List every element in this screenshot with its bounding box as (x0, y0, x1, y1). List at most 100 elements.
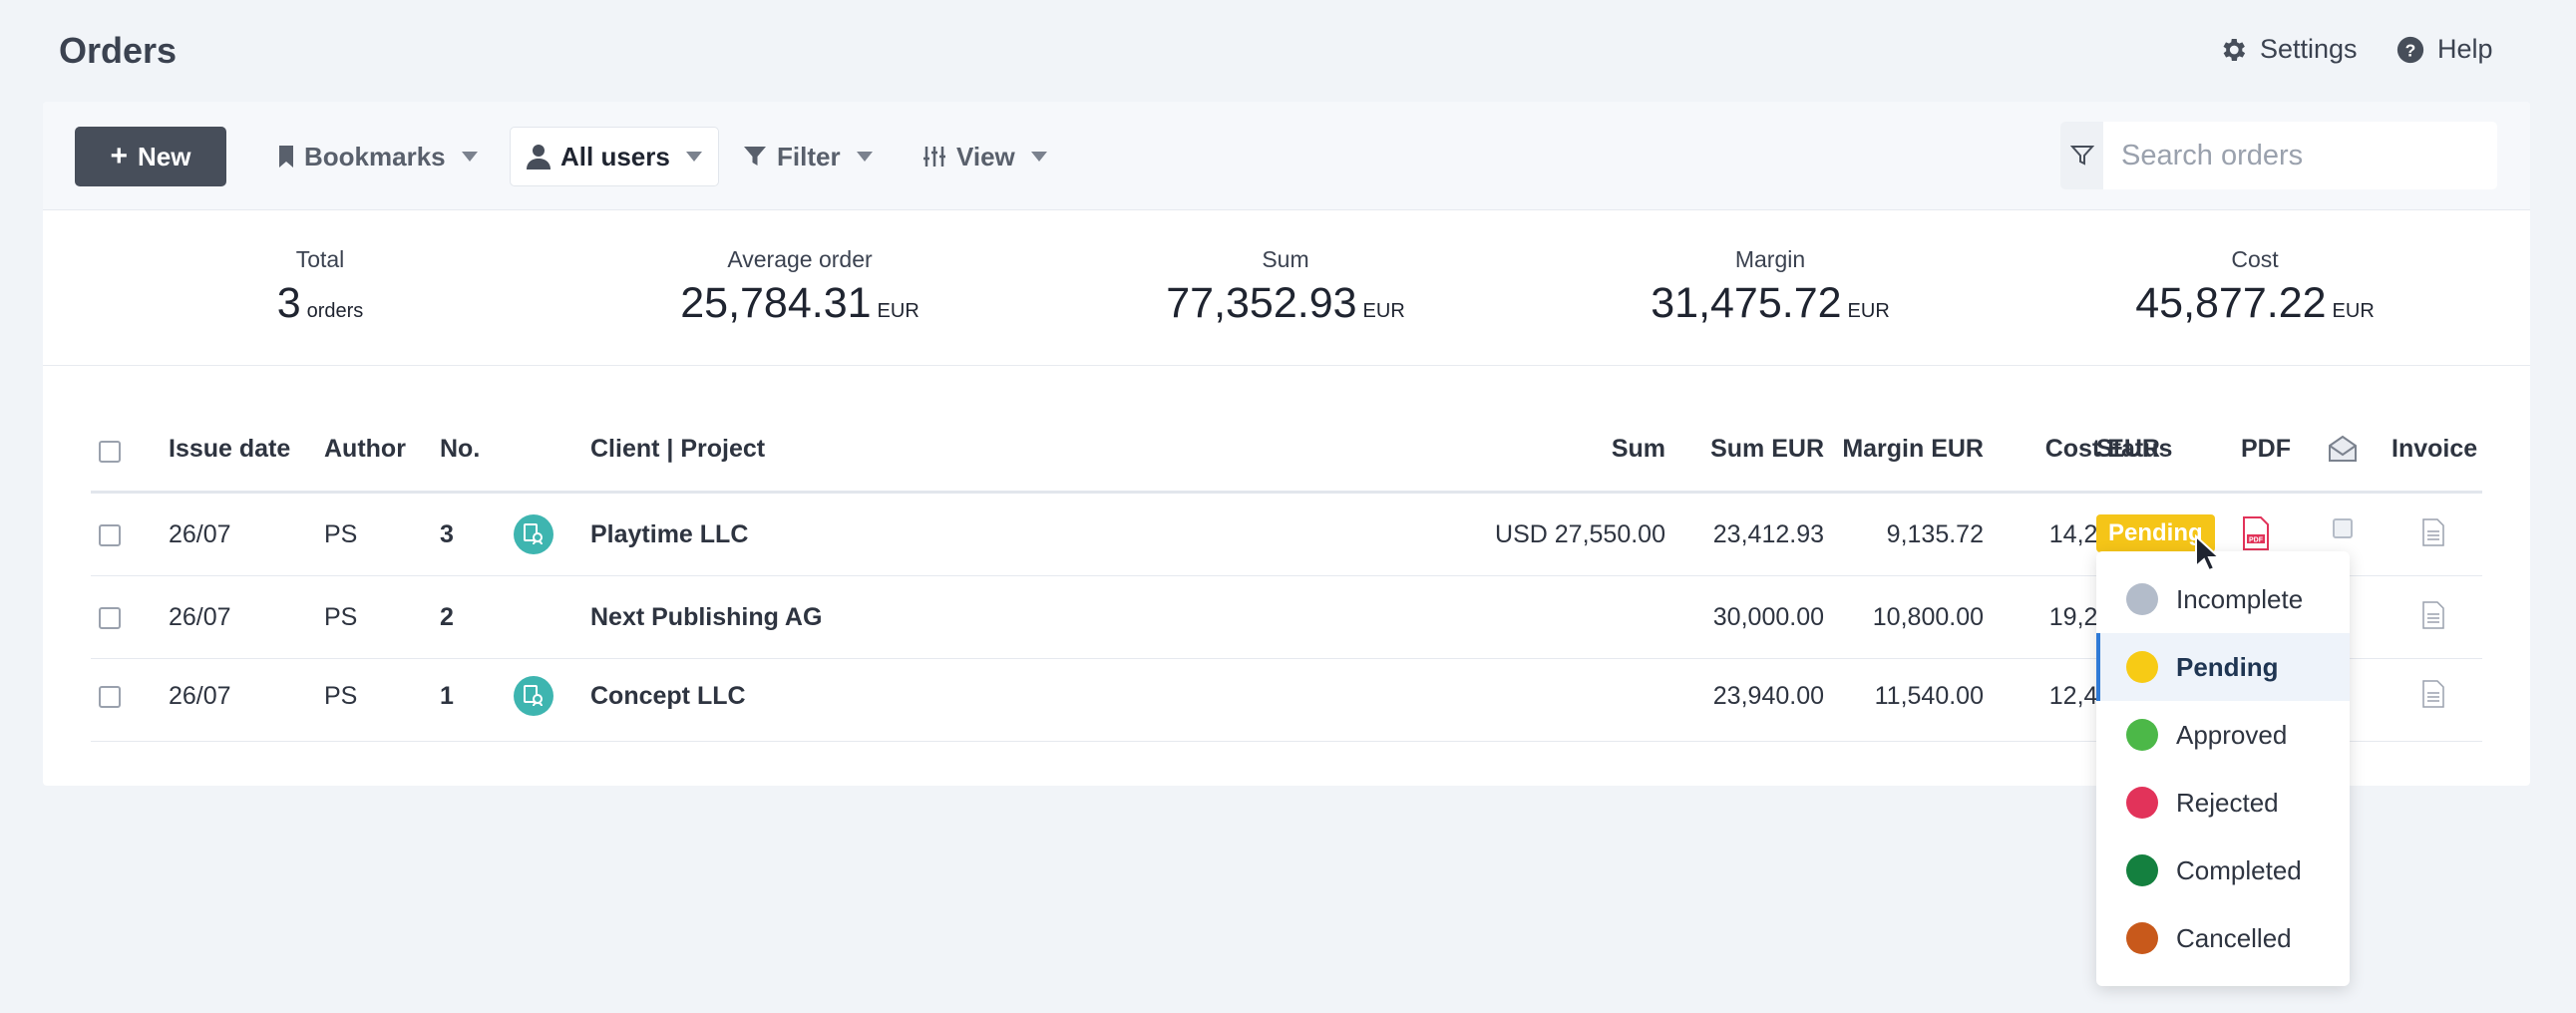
col-issue-date[interactable]: Issue date (169, 435, 290, 464)
issue-date: 26/07 (169, 603, 231, 631)
status-dot-icon (2126, 854, 2158, 886)
sliders-icon (923, 147, 945, 167)
help-label: Help (2437, 34, 2493, 64)
stat-cost: Cost 45,877.22 EUR (2135, 246, 2375, 327)
help-icon: ? (2396, 36, 2424, 63)
invoice-icon[interactable] (2422, 601, 2444, 629)
chevron-down-icon (685, 152, 702, 162)
col-sum[interactable]: Sum (1487, 435, 1665, 464)
search-box (2060, 122, 2497, 189)
stat-margin: Margin 31,475.72 EUR (1651, 246, 1890, 327)
chevron-down-icon (856, 152, 873, 162)
client-name[interactable]: Next Publishing AG (590, 603, 822, 632)
issue-date: 26/07 (169, 520, 231, 548)
margin-eur: 11,540.00 (1874, 682, 1984, 710)
search-input[interactable] (2103, 122, 2497, 189)
row-checkbox[interactable] (99, 524, 121, 546)
client-name[interactable]: Playtime LLC (590, 520, 748, 549)
stats-summary: Total 3 orders Average order 25,784.31 EUR… (43, 210, 2530, 366)
user-icon (527, 145, 551, 169)
users-dropdown[interactable]: All users (510, 127, 719, 186)
settings-link[interactable]: Settings (2218, 34, 2358, 65)
order-number[interactable]: 2 (440, 603, 454, 632)
col-invoice[interactable]: Invoice (2392, 435, 2477, 464)
pdf-icon[interactable]: PDF (2241, 516, 2271, 550)
status-dot-icon (2126, 651, 2158, 683)
bookmark-icon (279, 146, 293, 168)
margin-eur: 10,800.00 (1872, 603, 1984, 631)
view-dropdown[interactable]: View (907, 127, 1063, 186)
row-checkbox[interactable] (99, 607, 121, 629)
status-option-label: Approved (2176, 719, 2288, 750)
stat-average-order: Average order 25,784.31 EUR (680, 246, 920, 327)
new-order-button[interactable]: + New (75, 127, 226, 186)
author: PS (324, 520, 358, 548)
status-option-label: Rejected (2176, 787, 2279, 818)
status-option-pending[interactable]: Pending (2096, 633, 2350, 701)
gear-icon (2223, 38, 2246, 61)
col-author[interactable]: Author (324, 435, 406, 464)
order-number[interactable]: 3 (440, 520, 454, 549)
mouse-cursor-icon (2195, 534, 2220, 572)
order-number[interactable]: 1 (440, 682, 454, 711)
svg-text:?: ? (2405, 40, 2416, 60)
page-title: Orders (59, 30, 178, 71)
col-pdf[interactable]: PDF (2241, 435, 2291, 464)
project-icon-glyph (524, 685, 543, 707)
author: PS (324, 682, 358, 710)
users-label: All users (560, 141, 670, 171)
status-dot-icon (2126, 922, 2158, 954)
filter-icon (2069, 146, 2094, 166)
project-icon[interactable] (514, 676, 553, 716)
invoice-icon[interactable] (2422, 680, 2444, 708)
sum: USD 27,550.00 (1495, 520, 1665, 548)
plus-icon: + (110, 140, 129, 172)
status-dot-icon (2126, 583, 2158, 615)
top-bar: Orders Settings ? Help (0, 0, 2576, 100)
status-dot-icon (2126, 719, 2158, 751)
stat-total: Total 3 orders (276, 246, 364, 327)
col-client-project[interactable]: Client | Project (590, 435, 765, 464)
bookmarks-dropdown[interactable]: Bookmarks (262, 127, 494, 186)
filter-label: Filter (777, 141, 841, 171)
project-icon-glyph (524, 523, 543, 545)
filter-dropdown[interactable]: Filter (727, 127, 889, 186)
settings-label: Settings (2260, 34, 2358, 64)
author: PS (324, 603, 358, 631)
sum-eur: 30,000.00 (1712, 603, 1824, 631)
sum-eur: 23,940.00 (1712, 682, 1824, 710)
status-option-approved[interactable]: Approved (2096, 701, 2350, 769)
new-label: New (138, 141, 191, 171)
project-icon[interactable] (514, 514, 553, 554)
envelope-open-icon (2329, 435, 2357, 462)
row-checkbox[interactable] (99, 686, 121, 708)
chevron-down-icon (1030, 152, 1047, 162)
svg-text:PDF: PDF (2249, 537, 2264, 544)
col-margin-eur[interactable]: Margin EUR (1806, 435, 1984, 464)
status-dot-icon (2126, 787, 2158, 819)
status-option-label: Cancelled (2176, 922, 2292, 953)
search-filter-button[interactable] (2060, 122, 2103, 189)
header-divider (91, 491, 2482, 494)
col-status[interactable]: Status (2096, 435, 2172, 464)
bookmarks-label: Bookmarks (304, 141, 446, 171)
client-name[interactable]: Concept LLC (590, 682, 746, 711)
status-dropdown-menu: Incomplete Pending Approved Rejected Com… (2096, 551, 2350, 986)
issue-date: 26/07 (169, 682, 231, 710)
margin-eur: 9,135.72 (1886, 520, 1984, 548)
email-sent-checkbox[interactable] (2333, 518, 2353, 538)
help-link[interactable]: ? Help (2395, 34, 2493, 65)
stat-sum: Sum 77,352.93 EUR (1166, 246, 1405, 327)
select-all-checkbox[interactable] (99, 441, 121, 463)
invoice-icon[interactable] (2422, 518, 2444, 546)
toolbar: + New Bookmarks All users Filter View (43, 102, 2530, 210)
status-option-label: Incomplete (2176, 583, 2304, 614)
filter-icon (744, 147, 766, 166)
sum-eur: 23,412.93 (1712, 520, 1824, 548)
status-option-rejected[interactable]: Rejected (2096, 769, 2350, 837)
status-option-completed[interactable]: Completed (2096, 837, 2350, 904)
status-option-incomplete[interactable]: Incomplete (2096, 565, 2350, 633)
status-option-cancelled[interactable]: Cancelled (2096, 904, 2350, 972)
col-no[interactable]: No. (440, 435, 480, 464)
col-sum-eur[interactable]: Sum EUR (1647, 435, 1824, 464)
